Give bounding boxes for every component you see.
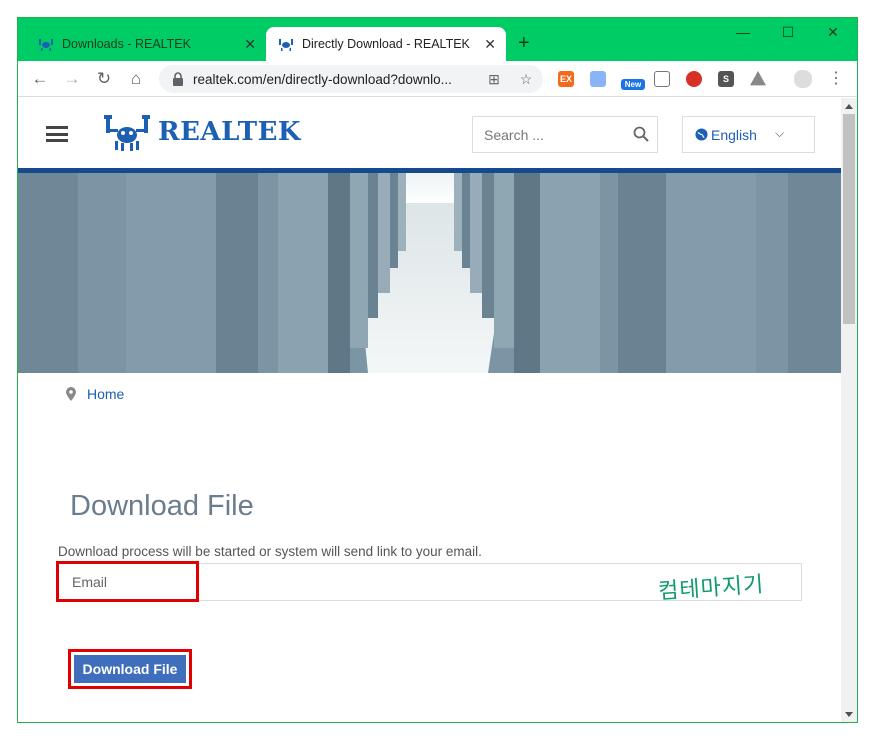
vertical-scrollbar[interactable]: [841, 98, 857, 722]
tab-directly-download[interactable]: Directly Download - REALTEK ✕: [266, 27, 506, 61]
browser-window: Downloads - REALTEK ✕ Directly Download …: [17, 17, 858, 723]
close-tab-icon[interactable]: ✕: [484, 36, 496, 53]
download-highlight-box: Download File: [68, 649, 192, 689]
close-tab-icon[interactable]: ✕: [244, 36, 256, 53]
chevron-down-icon: ⌵: [775, 126, 785, 140]
forward-arrow-icon[interactable]: →: [60, 67, 84, 91]
brand-name: REALTEK: [158, 117, 302, 147]
chrome-new-extension-icon[interactable]: New: [621, 79, 645, 90]
ex-extension-icon[interactable]: EX: [558, 71, 574, 87]
profile-avatar[interactable]: [794, 70, 812, 88]
address-bar[interactable]: realtek.com/en/directly-download?downlo.…: [159, 65, 543, 93]
minimize-button[interactable]: —: [728, 24, 758, 40]
menu-kebab-icon[interactable]: ⋮: [824, 67, 848, 91]
camera-extension-icon[interactable]: [590, 71, 606, 87]
scroll-down-icon[interactable]: [845, 712, 853, 717]
page-title: Download File: [70, 490, 254, 522]
download-file-button[interactable]: Download File: [74, 655, 186, 683]
window-extension-icon[interactable]: [654, 71, 670, 87]
map-pin-icon: [66, 387, 76, 401]
download-instructions: Download process will be started or syst…: [58, 544, 482, 559]
maximize-button[interactable]: ☐: [773, 24, 803, 41]
realtek-logo[interactable]: REALTEK: [104, 112, 301, 152]
language-label: English: [711, 127, 757, 143]
hamburger-menu-icon[interactable]: [46, 126, 68, 142]
breadcrumb-home-link[interactable]: Home: [87, 386, 124, 402]
home-icon[interactable]: ⌂: [124, 67, 148, 91]
translate-icon[interactable]: ⊞: [485, 70, 503, 88]
new-tab-button[interactable]: +: [518, 32, 530, 55]
tab-downloads[interactable]: Downloads - REALTEK ✕: [26, 27, 266, 61]
lock-icon: [173, 72, 183, 86]
hero-corridor-image: [18, 173, 841, 373]
scroll-up-icon[interactable]: [845, 104, 853, 109]
back-arrow-icon[interactable]: ←: [28, 67, 52, 91]
browser-toolbar: ← → ↻ ⌂ realtek.com/en/directly-download…: [18, 61, 857, 97]
realtek-crab-icon: [39, 39, 53, 51]
tab-title: Downloads - REALTEK: [62, 37, 191, 51]
page-viewport: REALTEK English ⌵: [18, 98, 841, 722]
globe-icon: [695, 128, 708, 141]
site-search: [472, 116, 658, 153]
s-extension-icon[interactable]: S: [718, 71, 734, 87]
site-header: REALTEK English ⌵: [18, 98, 841, 168]
realtek-crab-logo-icon: [104, 115, 150, 151]
close-window-button[interactable]: ✕: [818, 24, 848, 41]
tab-title: Directly Download - REALTEK: [302, 37, 470, 51]
tab-strip: Downloads - REALTEK ✕ Directly Download …: [18, 18, 857, 61]
reload-icon[interactable]: ↻: [92, 67, 116, 91]
realtek-crab-icon: [279, 39, 293, 51]
scrollbar-thumb[interactable]: [843, 114, 855, 324]
language-select[interactable]: English ⌵: [682, 116, 815, 153]
drive-extension-icon[interactable]: [750, 71, 766, 86]
star-icon[interactable]: ☆: [517, 70, 535, 88]
blocked-extension-icon[interactable]: [686, 71, 702, 87]
search-icon[interactable]: [633, 126, 649, 142]
search-input[interactable]: [473, 117, 623, 152]
breadcrumb: Home: [66, 386, 124, 402]
url-text: realtek.com/en/directly-download?downlo.…: [193, 72, 452, 87]
